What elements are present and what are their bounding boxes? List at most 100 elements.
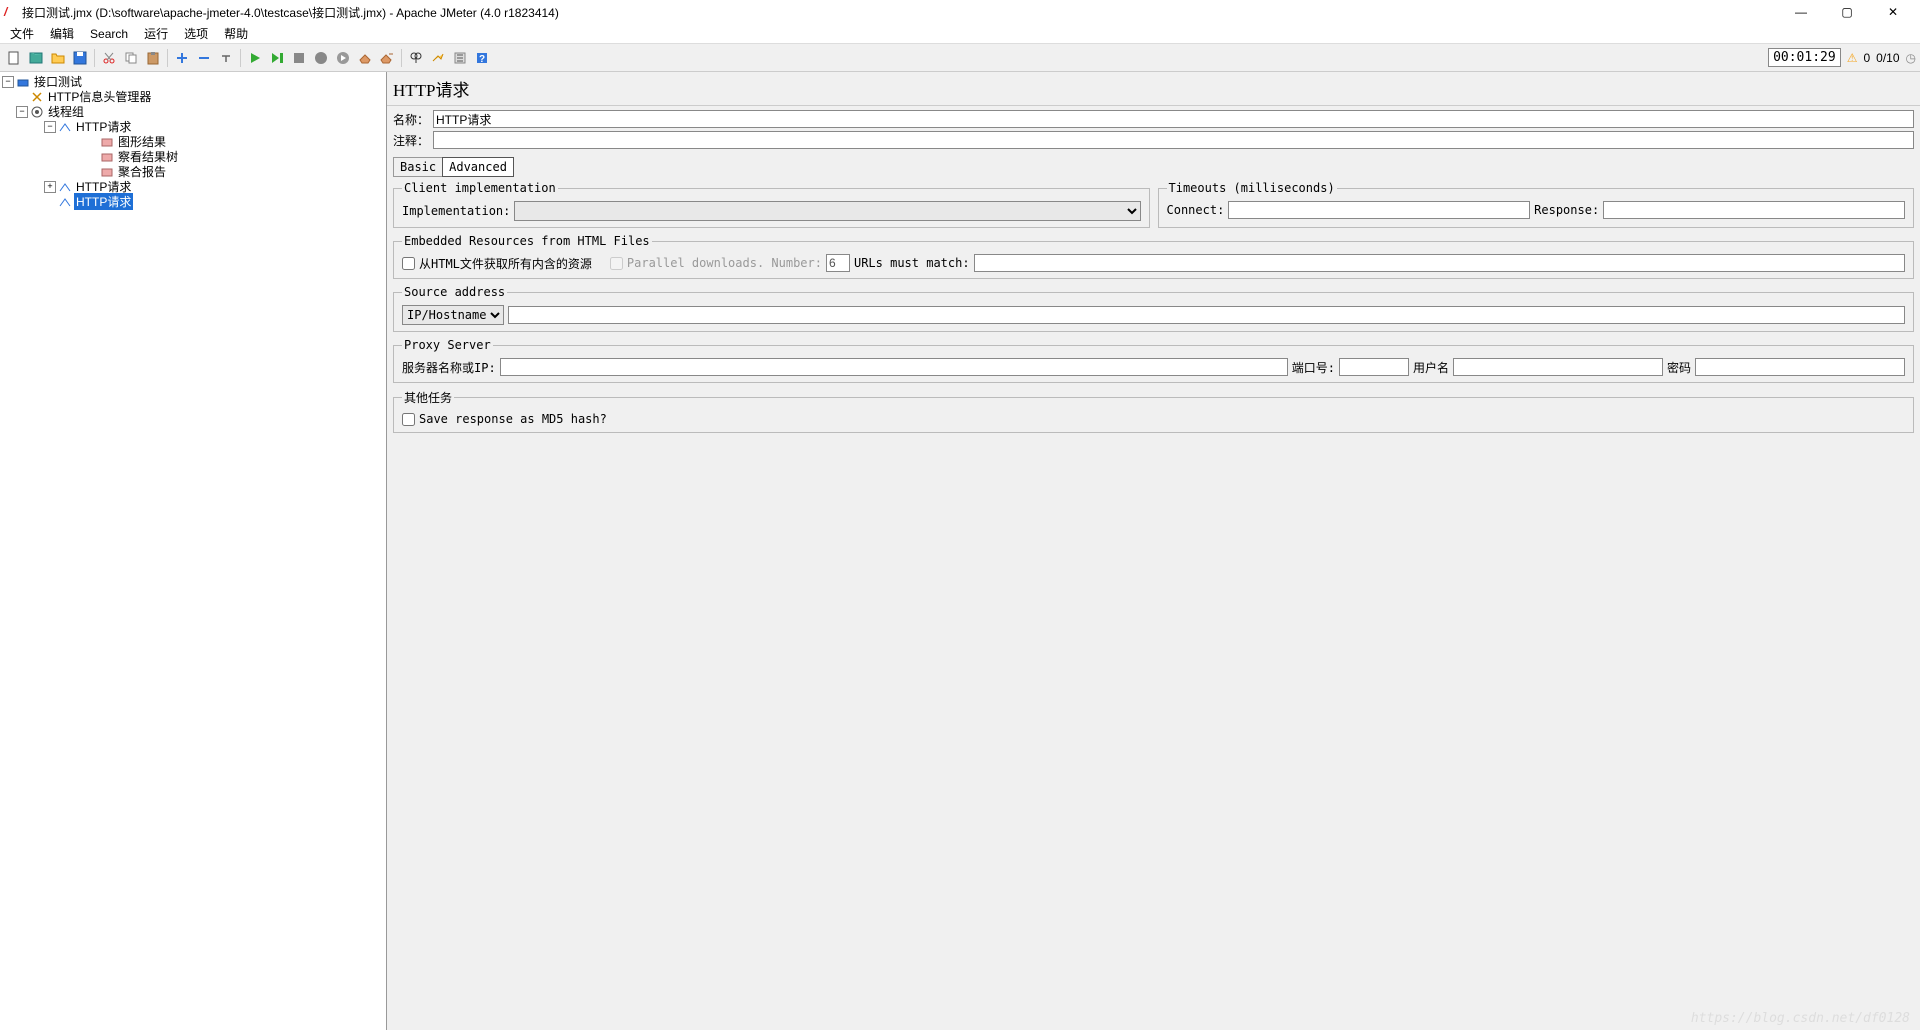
help-icon[interactable]: ? <box>472 48 492 68</box>
source-address-input[interactable] <box>508 306 1905 324</box>
menubar: 文件 编辑 Search 运行 选项 帮助 <box>0 24 1920 44</box>
proxy-user-input[interactable] <box>1453 358 1663 376</box>
stop-icon[interactable] <box>289 48 309 68</box>
comment-label: 注释： <box>393 132 429 149</box>
retrieve-embedded-checkbox[interactable] <box>402 257 415 270</box>
copy-icon[interactable] <box>121 48 141 68</box>
expand-icon[interactable] <box>172 48 192 68</box>
connect-input[interactable] <box>1228 201 1530 219</box>
clear-icon[interactable] <box>355 48 375 68</box>
proxy-port-label: 端口号: <box>1292 359 1335 376</box>
embedded-resources-fieldset: Embedded Resources from HTML Files 从HTML… <box>393 234 1914 279</box>
implementation-label: Implementation: <box>402 204 510 218</box>
menu-file[interactable]: 文件 <box>2 23 42 44</box>
cut-icon[interactable] <box>99 48 119 68</box>
separator <box>401 49 402 67</box>
tree-toggle[interactable]: + <box>44 181 56 193</box>
clear-all-icon[interactable] <box>377 48 397 68</box>
new-icon[interactable] <box>4 48 24 68</box>
implementation-select[interactable] <box>514 201 1140 221</box>
warning-icon[interactable]: ⚠ <box>1847 51 1858 65</box>
toolbar: ? 00:01:29 ⚠ 0 0/10 ◷ <box>0 44 1920 72</box>
watermark: https://blog.csdn.net/df0128 <box>1691 1011 1910 1026</box>
proxy-pass-input[interactable] <box>1695 358 1905 376</box>
tab-bar: Basic Advanced <box>387 157 1920 177</box>
window-controls: — ▢ ✕ <box>1778 0 1916 24</box>
tree-toggle[interactable]: − <box>44 121 56 133</box>
client-impl-legend: Client implementation <box>402 181 558 195</box>
panel-heading: HTTP请求 <box>387 72 1920 106</box>
timeouts-legend: Timeouts (milliseconds) <box>1167 181 1337 195</box>
app-icon: / <box>4 5 18 19</box>
proxy-port-input[interactable] <box>1339 358 1409 376</box>
editor-panel: HTTP请求 名称： 注释： Basic Advanced Client <box>387 72 1920 1030</box>
start-icon[interactable] <box>245 48 265 68</box>
open-icon[interactable] <box>48 48 68 68</box>
function-helper-icon[interactable] <box>450 48 470 68</box>
optional-tasks-fieldset: 其他任务 Save response as MD5 hash? <box>393 389 1914 433</box>
gauge-icon[interactable]: ◷ <box>1906 51 1916 65</box>
separator <box>240 49 241 67</box>
save-md5-label: Save response as MD5 hash? <box>419 412 607 426</box>
urls-must-match-input[interactable] <box>974 254 1905 272</box>
minimize-button[interactable]: — <box>1778 0 1824 24</box>
urls-must-match-label: URLs must match: <box>854 256 970 270</box>
sampler-icon <box>58 120 72 134</box>
response-input[interactable] <box>1603 201 1905 219</box>
save-icon[interactable] <box>70 48 90 68</box>
tab-advanced[interactable]: Advanced <box>442 157 514 177</box>
comment-input[interactable] <box>433 131 1914 149</box>
sampler-icon <box>58 180 72 194</box>
source-address-fieldset: Source address IP/Hostname <box>393 285 1914 332</box>
source-address-type-select[interactable]: IP/Hostname <box>402 305 504 325</box>
optional-legend: 其他任务 <box>402 389 454 406</box>
separator <box>167 49 168 67</box>
menu-options[interactable]: 选项 <box>176 23 216 44</box>
test-plan-icon <box>16 75 30 89</box>
proxy-server-label: 服务器名称或IP: <box>402 359 496 376</box>
menu-help[interactable]: 帮助 <box>216 23 256 44</box>
menu-run[interactable]: 运行 <box>136 23 176 44</box>
close-button[interactable]: ✕ <box>1870 0 1916 24</box>
thread-count: 0/10 <box>1876 51 1899 65</box>
elapsed-timer: 00:01:29 <box>1768 48 1841 67</box>
menu-search[interactable]: Search <box>82 25 136 43</box>
save-md5-checkbox[interactable] <box>402 413 415 426</box>
status-area: 00:01:29 ⚠ 0 0/10 ◷ <box>1768 48 1916 67</box>
proxy-server-fieldset: Proxy Server 服务器名称或IP: 端口号: 用户名 密码 <box>393 338 1914 383</box>
test-plan-tree[interactable]: − 接口测试 HTTP信息头管理器 − <box>0 72 387 1030</box>
config-icon <box>30 90 44 104</box>
source-address-legend: Source address <box>402 285 507 299</box>
client-implementation-fieldset: Client implementation Implementation: <box>393 181 1150 228</box>
tree-node-http-request-selected[interactable]: HTTP请求 <box>74 193 133 210</box>
templates-icon[interactable] <box>26 48 46 68</box>
warning-count: 0 <box>1863 51 1870 65</box>
proxy-user-label: 用户名 <box>1413 359 1449 376</box>
proxy-server-input[interactable] <box>500 358 1288 376</box>
remote-start-icon[interactable] <box>333 48 353 68</box>
listener-icon <box>100 135 114 149</box>
listener-icon <box>100 150 114 164</box>
window-title: 接口测试.jmx (D:\software\apache-jmeter-4.0\… <box>22 4 1778 21</box>
proxy-legend: Proxy Server <box>402 338 493 352</box>
maximize-button[interactable]: ▢ <box>1824 0 1870 24</box>
name-label: 名称： <box>393 111 429 128</box>
name-input[interactable] <box>433 110 1914 128</box>
retrieve-embedded-label: 从HTML文件获取所有内含的资源 <box>419 255 592 272</box>
tree-toggle[interactable]: − <box>16 106 28 118</box>
menu-edit[interactable]: 编辑 <box>42 23 82 44</box>
search-icon[interactable] <box>406 48 426 68</box>
sampler-icon <box>58 195 72 209</box>
start-no-pause-icon[interactable] <box>267 48 287 68</box>
collapse-icon[interactable] <box>194 48 214 68</box>
reset-search-icon[interactable] <box>428 48 448 68</box>
shutdown-icon[interactable] <box>311 48 331 68</box>
response-label: Response: <box>1534 203 1599 217</box>
embedded-legend: Embedded Resources from HTML Files <box>402 234 652 248</box>
separator <box>94 49 95 67</box>
parallel-number-input <box>826 254 850 272</box>
paste-icon[interactable] <box>143 48 163 68</box>
tab-basic[interactable]: Basic <box>393 157 443 177</box>
toggle-icon[interactable] <box>216 48 236 68</box>
tree-toggle[interactable]: − <box>2 76 14 88</box>
